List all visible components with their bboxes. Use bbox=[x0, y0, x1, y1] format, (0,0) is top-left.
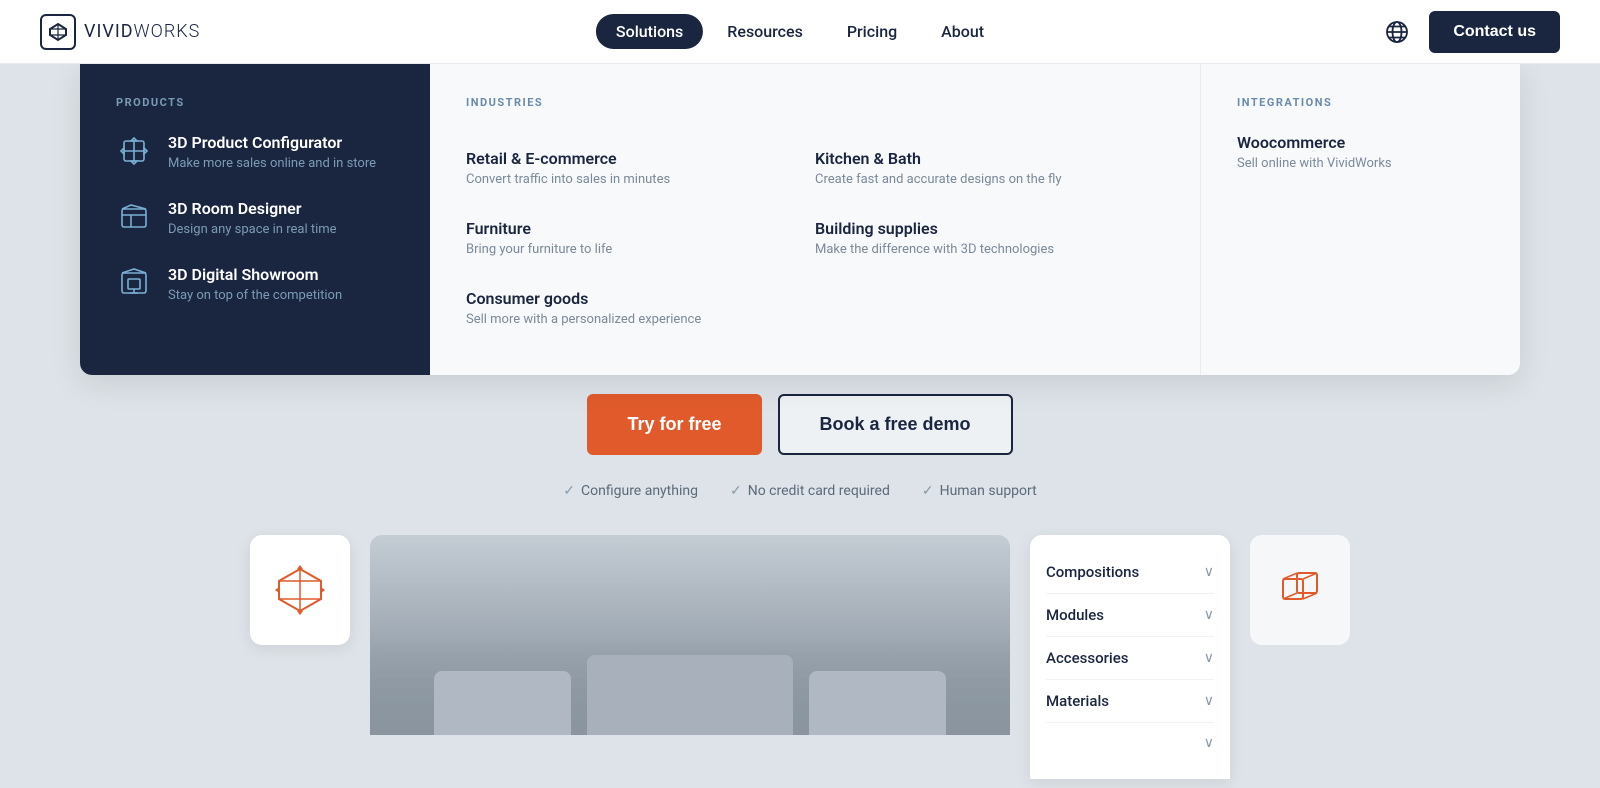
panel-modules-label: Modules bbox=[1046, 606, 1104, 624]
product-showroom-title: 3D Digital Showroom bbox=[168, 265, 342, 284]
integrations-col-label: INTEGRATIONS bbox=[1237, 96, 1484, 109]
panel-materials[interactable]: Materials ∨ bbox=[1046, 680, 1214, 723]
chevron-accessories-icon: ∨ bbox=[1204, 650, 1214, 666]
industry-retail-desc: Convert traffic into sales in minutes bbox=[466, 172, 791, 187]
product-configurator-title: 3D Product Configurator bbox=[168, 133, 376, 152]
industry-consumer-title: Consumer goods bbox=[466, 289, 791, 308]
industry-retail-title: Retail & E-commerce bbox=[466, 149, 791, 168]
chevron-extra-icon: ∨ bbox=[1204, 735, 1214, 751]
panel-modules[interactable]: Modules ∨ bbox=[1046, 594, 1214, 637]
panel-materials-label: Materials bbox=[1046, 692, 1109, 710]
feature-configure: ✓ Configure anything bbox=[563, 483, 698, 499]
product-room-info: 3D Room Designer Design any space in rea… bbox=[168, 199, 337, 237]
check-icon-configure: ✓ bbox=[563, 483, 575, 499]
sofa-preview bbox=[370, 535, 1010, 735]
globe-icon[interactable] bbox=[1381, 16, 1413, 48]
cta-features: ✓ Configure anything ✓ No credit card re… bbox=[563, 483, 1036, 499]
3d-icon-card bbox=[1250, 535, 1350, 645]
integration-woo-desc: Sell online with VividWorks bbox=[1237, 156, 1484, 171]
product-room-title: 3D Room Designer bbox=[168, 199, 337, 218]
feature-no-credit: ✓ No credit card required bbox=[730, 483, 890, 499]
panel-extra[interactable]: ∨ bbox=[1046, 723, 1214, 763]
dropdown-industries-col: INDUSTRIES Retail & E-commerce Convert t… bbox=[430, 64, 1200, 375]
feature-configure-label: Configure anything bbox=[581, 483, 698, 499]
configurator-icon bbox=[116, 133, 152, 169]
navbar: VIVIDWORKS Solutions Resources Pricing A… bbox=[0, 0, 1600, 64]
industry-kitchen[interactable]: Kitchen & Bath Create fast and accurate … bbox=[815, 133, 1164, 203]
products-col-label: PRODUCTS bbox=[116, 96, 394, 109]
nav-pricing[interactable]: Pricing bbox=[827, 14, 917, 49]
nav-about[interactable]: About bbox=[921, 14, 1004, 49]
nav-solutions[interactable]: Solutions bbox=[596, 14, 703, 49]
feature-support: ✓ Human support bbox=[922, 483, 1037, 499]
industry-furniture-desc: Bring your furniture to life bbox=[466, 242, 791, 257]
nav-links: Solutions Resources Pricing About bbox=[596, 14, 1004, 49]
product-item-room[interactable]: 3D Room Designer Design any space in rea… bbox=[116, 199, 394, 237]
try-for-free-button[interactable]: Try for free bbox=[587, 394, 761, 455]
check-icon-credit: ✓ bbox=[730, 483, 742, 499]
industry-kitchen-title: Kitchen & Bath bbox=[815, 149, 1140, 168]
logo[interactable]: VIVIDWORKS bbox=[40, 14, 200, 50]
cta-buttons: Try for free Book a free demo bbox=[587, 394, 1012, 455]
chevron-compositions-icon: ∨ bbox=[1204, 564, 1214, 580]
integration-woo-title: Woocommerce bbox=[1237, 133, 1484, 152]
dropdown-products-col: PRODUCTS 3D Product Configurator Make mo… bbox=[80, 64, 430, 375]
dropdown-menu: PRODUCTS 3D Product Configurator Make mo… bbox=[80, 64, 1520, 375]
industry-consumer-desc: Sell more with a personalized experience bbox=[466, 312, 791, 327]
product-showroom-desc: Stay on top of the competition bbox=[168, 288, 342, 303]
product-configurator-desc: Make more sales online and in store bbox=[168, 156, 376, 171]
industries-grid: Retail & E-commerce Convert traffic into… bbox=[466, 133, 1164, 343]
industry-retail[interactable]: Retail & E-commerce Convert traffic into… bbox=[466, 133, 815, 203]
industry-building-title: Building supplies bbox=[815, 219, 1140, 238]
industry-furniture-title: Furniture bbox=[466, 219, 791, 238]
check-icon-support: ✓ bbox=[922, 483, 934, 499]
chevron-materials-icon: ∨ bbox=[1204, 693, 1214, 709]
logo-text: VIVIDWORKS bbox=[84, 21, 200, 42]
panel-accessories[interactable]: Accessories ∨ bbox=[1046, 637, 1214, 680]
panel-compositions-label: Compositions bbox=[1046, 563, 1139, 581]
chevron-modules-icon: ∨ bbox=[1204, 607, 1214, 623]
logo-icon bbox=[40, 14, 76, 50]
industry-building-desc: Make the difference with 3D technologies bbox=[815, 242, 1140, 257]
configurator-sidebar-panel: Compositions ∨ Modules ∨ Accessories ∨ M… bbox=[1030, 535, 1230, 779]
industry-furniture[interactable]: Furniture Bring your furniture to life bbox=[466, 203, 815, 273]
product-showroom-info: 3D Digital Showroom Stay on top of the c… bbox=[168, 265, 342, 303]
dropdown-integrations-col: INTEGRATIONS Woocommerce Sell online wit… bbox=[1200, 64, 1520, 375]
feature-no-credit-label: No credit card required bbox=[748, 483, 890, 499]
industry-consumer[interactable]: Consumer goods Sell more with a personal… bbox=[466, 273, 815, 343]
industry-kitchen-desc: Create fast and accurate designs on the … bbox=[815, 172, 1140, 187]
integration-woocommerce[interactable]: Woocommerce Sell online with VividWorks bbox=[1237, 133, 1484, 171]
product-configurator-info: 3D Product Configurator Make more sales … bbox=[168, 133, 376, 171]
product-preview-card bbox=[250, 535, 350, 645]
product-item-configurator[interactable]: 3D Product Configurator Make more sales … bbox=[116, 133, 394, 171]
showroom-icon bbox=[116, 265, 152, 301]
panel-accessories-label: Accessories bbox=[1046, 649, 1128, 667]
nav-right: Contact us bbox=[1381, 11, 1560, 53]
room-icon bbox=[116, 199, 152, 235]
panel-compositions[interactable]: Compositions ∨ bbox=[1046, 551, 1214, 594]
industry-building[interactable]: Building supplies Make the difference wi… bbox=[815, 203, 1164, 273]
book-demo-button[interactable]: Book a free demo bbox=[778, 394, 1013, 455]
bottom-preview: Compositions ∨ Modules ∨ Accessories ∨ M… bbox=[250, 535, 1350, 779]
feature-support-label: Human support bbox=[940, 483, 1037, 499]
industries-col-label: INDUSTRIES bbox=[466, 96, 1164, 109]
product-item-showroom[interactable]: 3D Digital Showroom Stay on top of the c… bbox=[116, 265, 394, 303]
contact-button[interactable]: Contact us bbox=[1429, 11, 1560, 53]
nav-resources[interactable]: Resources bbox=[707, 14, 823, 49]
product-room-desc: Design any space in real time bbox=[168, 222, 337, 237]
